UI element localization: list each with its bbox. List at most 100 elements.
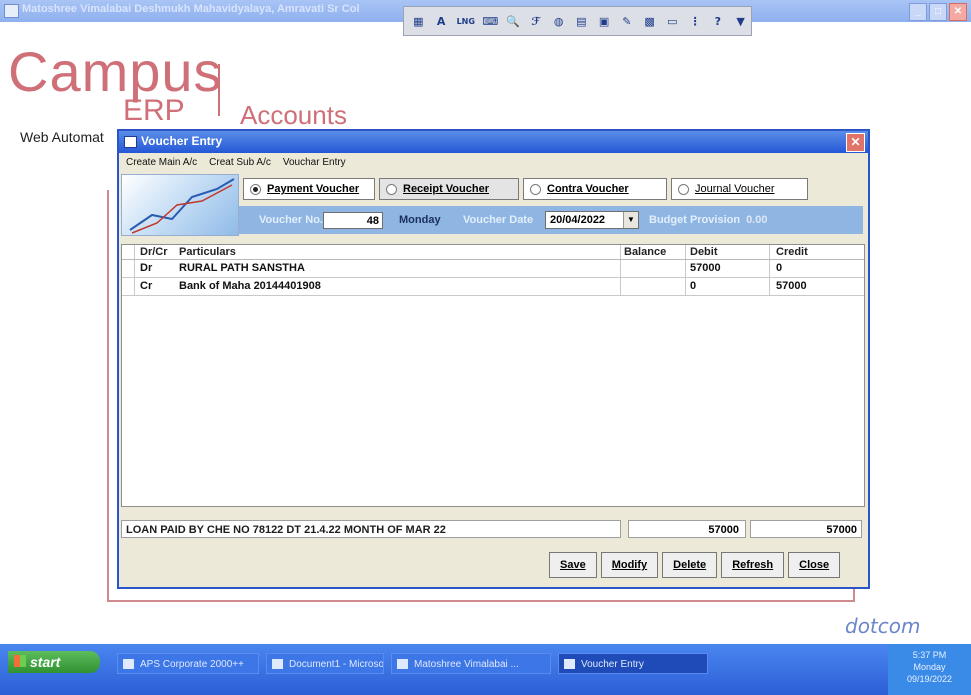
taskbar-item-voucher-entry[interactable]: Voucher Entry <box>558 653 708 674</box>
image-icon[interactable]: ▩ <box>639 10 660 32</box>
save-button[interactable]: Save <box>549 552 597 578</box>
cell-particulars[interactable]: RURAL PATH SANSTHA <box>175 260 621 277</box>
radio-unselected-icon <box>530 183 541 195</box>
voucher-grid: Dr/Cr Particulars Balance Debit Credit D… <box>121 244 865 507</box>
radio-label: Contra Voucher <box>547 183 629 195</box>
voucher-no-input[interactable]: 48 <box>323 211 383 229</box>
radio-label: Payment Voucher <box>267 183 360 195</box>
chevron-down-icon[interactable]: ▼ <box>623 212 638 228</box>
narration-field[interactable]: LOAN PAID BY CHE NO 78122 DT 21.4.22 MON… <box>121 520 621 538</box>
cell-drcr[interactable]: Dr <box>135 260 175 277</box>
voucher-info-bar: Voucher No. 48 Monday Voucher Date 20/04… <box>239 206 863 234</box>
menu-bar: Create Main A/c Creat Sub A/c Vouchar En… <box>119 153 868 171</box>
window-controls: _ □ ✕ <box>909 3 967 21</box>
cell-credit[interactable]: 57000 <box>770 278 850 295</box>
voucher-date-value: 20/04/2022 <box>550 214 606 226</box>
radio-journal-voucher[interactable]: Journal Voucher <box>671 178 808 200</box>
book-icon[interactable]: ▣ <box>594 10 615 32</box>
app-icon <box>4 4 19 18</box>
modify-button[interactable]: Modify <box>600 552 659 578</box>
table-row[interactable]: Dr RURAL PATH SANSTHA 57000 0 <box>122 260 864 278</box>
voucher-header-panel: Payment Voucher Receipt Voucher Contra V… <box>121 174 863 236</box>
budget-provision-value: 0.00 <box>746 214 768 226</box>
maximize-button[interactable]: □ <box>929 3 947 21</box>
grid-icon[interactable]: ▦ <box>408 10 429 32</box>
menu-voucher-entry[interactable]: Vouchar Entry <box>281 157 348 168</box>
row-selector[interactable] <box>122 260 135 277</box>
radio-label: Receipt Voucher <box>403 183 489 195</box>
word-document-icon <box>272 659 283 669</box>
options-icon[interactable]: ⋮ <box>685 10 706 32</box>
column-header-particulars: Particulars <box>175 245 621 259</box>
radio-payment-voucher[interactable]: Payment Voucher <box>243 178 375 200</box>
table-row[interactable]: Cr Bank of Maha 20144401908 0 57000 <box>122 278 864 296</box>
pen-icon[interactable]: ✎ <box>617 10 638 32</box>
clock-day: Monday <box>913 662 946 672</box>
cell-debit[interactable]: 0 <box>686 278 770 295</box>
help-button[interactable]: ? <box>708 10 729 32</box>
delete-button[interactable]: Delete <box>662 552 718 578</box>
windows-logo-icon <box>14 655 26 667</box>
chart-graphic-icon <box>121 174 239 236</box>
cell-balance[interactable] <box>621 278 686 295</box>
column-header-credit: Credit <box>776 246 808 258</box>
clock-time[interactable]: 5:37 PM <box>888 649 971 661</box>
radio-unselected-icon <box>386 183 397 195</box>
cell-drcr[interactable]: Cr <box>135 278 175 295</box>
cell-debit[interactable]: 57000 <box>686 260 770 277</box>
minimize-button[interactable]: _ <box>909 3 927 21</box>
clock-date: 09/19/2022 <box>906 674 953 684</box>
logo-erp: ERP <box>123 94 185 127</box>
voucher-window-titlebar[interactable]: Voucher Entry ✕ <box>119 131 868 153</box>
monitor-icon[interactable]: ▭ <box>662 10 683 32</box>
close-icon[interactable]: ✕ <box>846 133 865 152</box>
chevron-down-icon[interactable]: ▼ <box>730 10 751 32</box>
app-window-icon <box>564 659 575 669</box>
chart-icon[interactable]: ▤ <box>571 10 592 32</box>
cell-particulars[interactable]: Bank of Maha 20144401908 <box>175 278 621 295</box>
row-selector-header <box>122 245 135 259</box>
close-button[interactable]: Close <box>788 552 841 578</box>
radio-contra-voucher[interactable]: Contra Voucher <box>523 178 667 200</box>
language-toolbar: ▦ A LNG ⌨ 🔍 ℱ ◍ ▤ ▣ ✎ ▩ ▭ ⋮ ? ▼ <box>403 6 752 36</box>
row-selector[interactable] <box>122 278 135 295</box>
task-label: APS Corporate 2000++ <box>140 659 244 670</box>
voucher-date-label: Voucher Date <box>463 214 534 226</box>
keyboard-icon[interactable]: ⌨ <box>480 10 501 32</box>
total-credit: 57000 <box>750 520 862 538</box>
start-label: start <box>30 654 61 670</box>
taskbar: start APS Corporate 2000++ Document1 - M… <box>0 644 971 695</box>
taskbar-item-aps[interactable]: APS Corporate 2000++ <box>117 653 259 674</box>
task-label: Matoshree Vimalabai ... <box>414 659 519 670</box>
tagline: Web Automat <box>20 129 104 145</box>
menu-create-main-account[interactable]: Create Main A/c <box>124 157 199 168</box>
task-label: Document1 - Microsof... <box>289 659 384 670</box>
taskbar-item-matoshree[interactable]: Matoshree Vimalabai ... <box>391 653 551 674</box>
refresh-button[interactable]: Refresh <box>721 552 785 578</box>
cell-credit[interactable]: 0 <box>770 260 850 277</box>
system-tray: 5:37 PM Monday 09/19/2022 <box>888 644 971 695</box>
globe-icon[interactable]: ◍ <box>548 10 569 32</box>
menu-create-sub-account[interactable]: Creat Sub A/c <box>207 157 273 168</box>
app-window-icon <box>123 659 134 669</box>
radio-receipt-voucher[interactable]: Receipt Voucher <box>379 178 519 200</box>
module-title: Accounts <box>240 100 347 130</box>
search-icon[interactable]: 🔍 <box>503 10 524 32</box>
close-app-button[interactable]: ✕ <box>949 3 967 21</box>
app-title: Matoshree Vimalabai Deshmukh Mahavidyala… <box>22 3 360 15</box>
start-button[interactable]: start <box>8 651 100 673</box>
action-buttons: Save Modify Delete Refresh Close <box>549 552 841 578</box>
font-icon[interactable]: ℱ <box>526 10 547 32</box>
narration-row: LOAN PAID BY CHE NO 78122 DT 21.4.22 MON… <box>121 520 865 540</box>
app-window-icon <box>397 659 408 669</box>
logo-divider <box>218 64 220 116</box>
voucher-date-picker[interactable]: 20/04/2022 ▼ <box>545 211 639 229</box>
toolbar-lng-button[interactable]: LNG <box>454 10 479 32</box>
voucher-type-group: Payment Voucher Receipt Voucher Contra V… <box>243 178 816 202</box>
voucher-entry-window: Voucher Entry ✕ Create Main A/c Creat Su… <box>117 129 870 589</box>
toolbar-a-button[interactable]: A <box>431 10 452 32</box>
logo-campus: Campus <box>8 40 223 103</box>
cell-balance[interactable] <box>621 260 686 277</box>
radio-unselected-icon <box>678 183 689 195</box>
taskbar-item-document[interactable]: Document1 - Microsof... <box>266 653 384 674</box>
